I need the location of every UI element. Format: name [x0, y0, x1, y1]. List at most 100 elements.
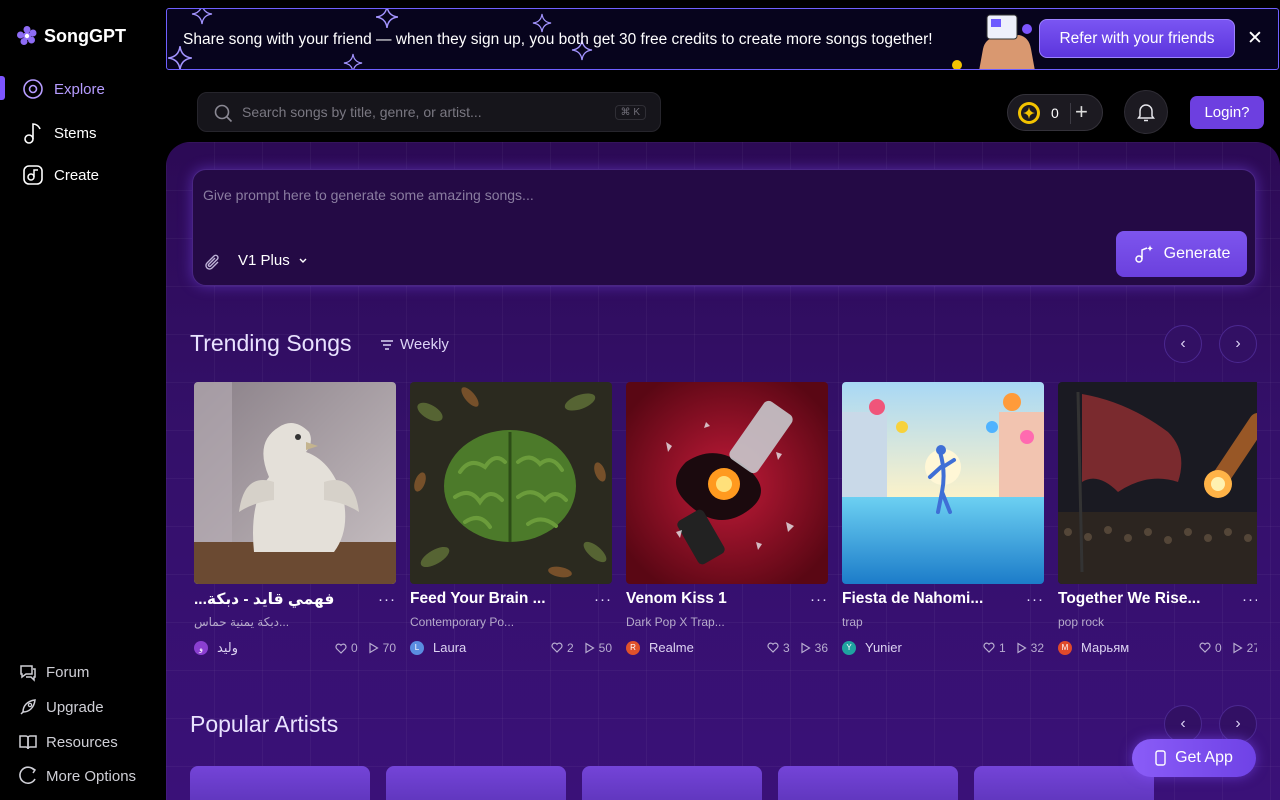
song-genre: Dark Pop X Trap...	[626, 615, 725, 629]
login-button[interactable]: Login?	[1190, 96, 1264, 129]
avatar[interactable]: R	[626, 640, 640, 655]
credits-widget[interactable]: 0 +	[1007, 94, 1103, 131]
filter-icon	[381, 339, 393, 350]
sidebar-item-explore[interactable]: Explore	[22, 78, 105, 100]
likes-count: 1	[998, 640, 1006, 655]
get-app-label: Get App	[1175, 749, 1233, 766]
song-cover[interactable]	[410, 382, 612, 584]
artists-next-button[interactable]: ›	[1219, 705, 1257, 743]
heart-icon	[1199, 642, 1211, 653]
heart-icon	[335, 643, 347, 654]
plays-count: 27	[1246, 640, 1257, 655]
eagle-statue-cover	[194, 382, 396, 584]
artist-name[interactable]: Realme	[649, 640, 757, 655]
chevron-left-icon: ‹	[1180, 335, 1186, 352]
more-options-icon[interactable]: ···	[810, 591, 828, 608]
artist-name[interactable]: Марьям	[1081, 640, 1189, 655]
artists-prev-button[interactable]: ‹	[1164, 705, 1202, 743]
attachment-icon[interactable]	[204, 254, 222, 272]
more-options-icon[interactable]: ···	[378, 591, 396, 608]
get-app-button[interactable]: Get App	[1132, 739, 1256, 777]
artist-card[interactable]	[582, 766, 762, 800]
likes-stat[interactable]: 0	[335, 641, 358, 655]
phone-icon	[1155, 750, 1166, 766]
song-meta: М Марьям 0 27	[1058, 640, 1257, 655]
prompt-input[interactable]	[203, 180, 1083, 210]
song-title[interactable]: Together We Rise...	[1058, 590, 1200, 608]
music-note-icon	[24, 123, 41, 144]
artist-card[interactable]	[974, 766, 1154, 800]
avatar[interactable]: Y	[842, 640, 856, 655]
sidebar-item-more-options[interactable]: More Options	[18, 766, 136, 786]
close-icon[interactable]: ✕	[1247, 27, 1263, 50]
song-title[interactable]: Feed Your Brain ...	[410, 590, 546, 608]
trending-next-button[interactable]: ›	[1219, 325, 1257, 363]
sidebar-item-forum[interactable]: Forum	[18, 662, 89, 682]
filter-label: Weekly	[400, 336, 449, 353]
sidebar: SongGPT Explore Stems Create Forum Upgra…	[0, 0, 166, 800]
sidebar-item-upgrade[interactable]: Upgrade	[18, 697, 104, 717]
plays-stat: 50	[584, 641, 612, 655]
logo[interactable]: SongGPT	[16, 25, 126, 47]
song-genre: trap	[842, 615, 863, 629]
more-options-icon[interactable]: ···	[1242, 591, 1257, 608]
popular-artists-title: Popular Artists	[190, 711, 339, 737]
song-card[interactable]: فهمي قايد - دبكة... ··· دبكة يمنية حماس.…	[194, 382, 396, 655]
avatar[interactable]: و	[194, 641, 208, 655]
artist-name[interactable]: Laura	[433, 640, 541, 655]
song-cover[interactable]	[194, 382, 396, 584]
sidebar-item-label: More Options	[46, 767, 137, 785]
song-title[interactable]: فهمي قايد - دبكة...	[194, 590, 334, 609]
moss-brain-cover	[410, 382, 612, 584]
avatar[interactable]: М	[1058, 640, 1072, 655]
song-title[interactable]: Fiesta de Nahomi...	[842, 590, 983, 608]
avatar[interactable]: L	[410, 640, 424, 655]
model-selector[interactable]: V1 Plus	[238, 252, 308, 269]
search-input[interactable]	[242, 93, 602, 131]
generate-label: Generate	[1163, 245, 1231, 262]
more-options-icon[interactable]: ···	[594, 591, 612, 608]
likes-stat[interactable]: 2	[551, 641, 574, 655]
heart-icon	[983, 642, 995, 653]
plays-stat: 70	[368, 641, 396, 655]
artist-card[interactable]	[190, 766, 370, 800]
credits-count: 0	[1051, 105, 1059, 121]
artist-card[interactable]	[386, 766, 566, 800]
more-options-icon[interactable]: ···	[1026, 591, 1044, 608]
venom-bottle-cover	[626, 382, 828, 584]
main-content: V1 Plus Generate Trending Songs Weekly ‹…	[166, 142, 1280, 800]
search-icon	[214, 104, 233, 123]
likes-stat[interactable]: 3	[767, 641, 790, 655]
song-genre: pop rock	[1058, 615, 1105, 629]
artist-name[interactable]: وليد	[217, 640, 325, 656]
song-cover[interactable]	[1058, 382, 1257, 584]
sidebar-item-stems[interactable]: Stems	[22, 121, 97, 145]
notifications-button[interactable]	[1124, 90, 1168, 134]
song-card[interactable]: Venom Kiss 1 ··· Dark Pop X Trap... R Re…	[626, 382, 828, 655]
generate-button[interactable]: Generate	[1116, 231, 1247, 277]
model-label: V1 Plus	[238, 252, 290, 269]
sparkle-icon	[343, 53, 363, 69]
trending-prev-button[interactable]: ‹	[1164, 325, 1202, 363]
song-card[interactable]: Feed Your Brain ... ··· Contemporary Po.…	[410, 382, 612, 655]
search-shortcut: ⌘ K	[614, 105, 646, 120]
song-title[interactable]: Venom Kiss 1	[626, 590, 727, 608]
likes-stat[interactable]: 1	[983, 641, 1006, 655]
song-cover[interactable]	[626, 382, 828, 584]
trending-filter[interactable]: Weekly	[380, 336, 449, 353]
song-meta: L Laura 2 50	[410, 640, 612, 655]
sidebar-item-label: Forum	[46, 663, 90, 681]
likes-stat[interactable]: 0	[1199, 641, 1222, 655]
likes-count: 0	[1214, 640, 1222, 655]
song-meta: و وليد 0 70	[194, 640, 396, 656]
sidebar-item-create[interactable]: Create	[22, 164, 99, 186]
song-card[interactable]: Together We Rise... ··· pop rock М Марья…	[1058, 382, 1257, 655]
artist-card[interactable]	[778, 766, 958, 800]
sidebar-item-resources[interactable]: Resources	[18, 732, 118, 752]
song-cover[interactable]	[842, 382, 1044, 584]
search-bar[interactable]: ⌘ K	[197, 92, 661, 132]
song-card[interactable]: Fiesta de Nahomi... ··· trap Y Yunier 1 …	[842, 382, 1044, 655]
artist-name[interactable]: Yunier	[865, 640, 973, 655]
refer-friends-button[interactable]: Refer with your friends	[1039, 19, 1235, 58]
add-credits-icon[interactable]: +	[1075, 99, 1088, 125]
